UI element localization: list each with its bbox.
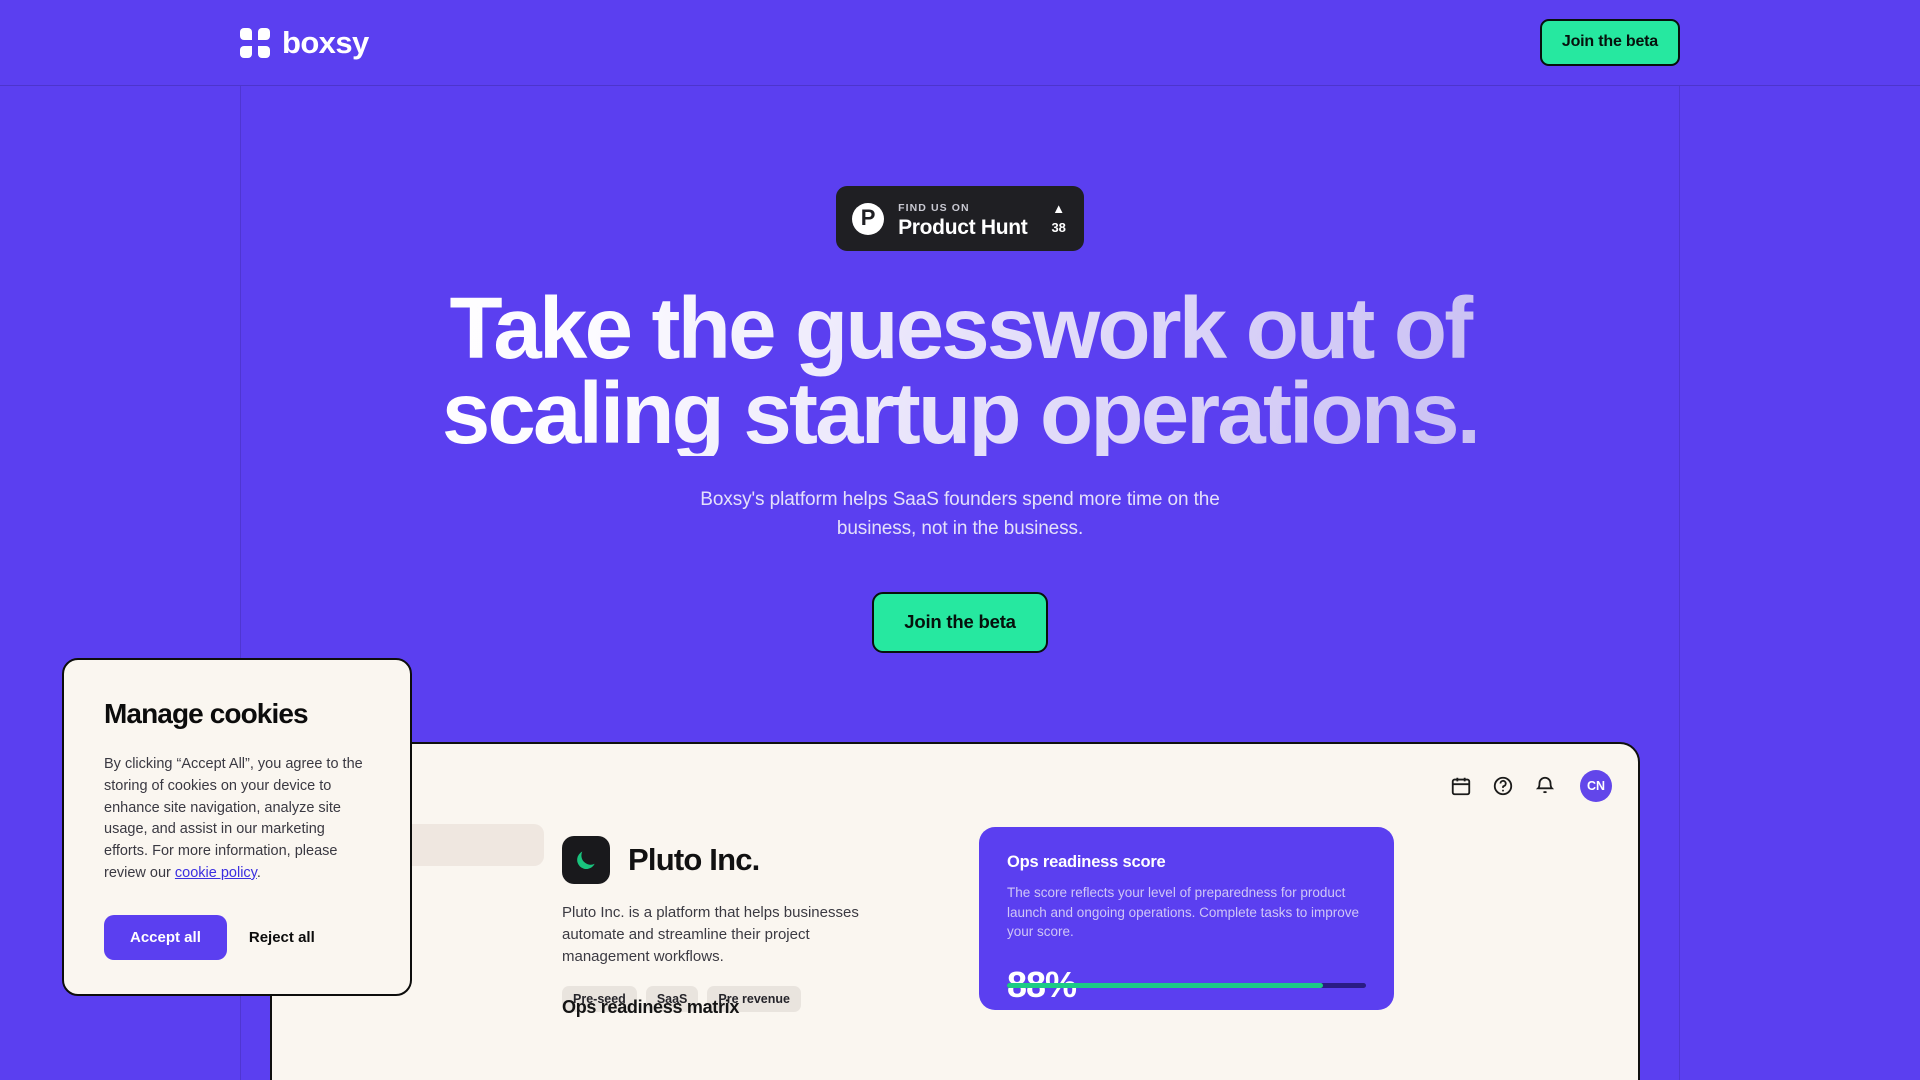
user-avatar[interactable]: CN bbox=[1580, 770, 1612, 802]
upvote-arrow-icon: ▲ bbox=[1052, 201, 1066, 217]
accept-all-button[interactable]: Accept all bbox=[104, 914, 227, 960]
cookie-banner-actions: Accept all Reject all bbox=[104, 914, 370, 960]
cookie-banner-body: By clicking “Accept All”, you agree to t… bbox=[104, 754, 370, 885]
dashboard-toolbar: CN bbox=[1450, 770, 1612, 802]
nav-join-beta-button[interactable]: Join the beta bbox=[1539, 19, 1680, 66]
pluto-moon-icon bbox=[562, 836, 610, 884]
ops-readiness-score-card: Ops readiness score The score reflects y… bbox=[979, 827, 1394, 1010]
product-hunt-badge[interactable]: P FIND US ON Product Hunt ▲ 38 bbox=[836, 186, 1084, 252]
company-description: Pluto Inc. is a platform that helps busi… bbox=[562, 904, 859, 965]
reject-all-button[interactable]: Reject all bbox=[249, 929, 315, 946]
hero-section: P FIND US ON Product Hunt ▲ 38 Take the … bbox=[0, 86, 1920, 653]
company-name: Pluto Inc. bbox=[628, 842, 760, 877]
cookie-policy-link[interactable]: cookie policy bbox=[175, 865, 257, 881]
score-card-title: Ops readiness score bbox=[1007, 853, 1166, 871]
bell-icon[interactable] bbox=[1534, 775, 1556, 797]
help-icon[interactable] bbox=[1492, 775, 1514, 797]
hero-subheadline: Boxsy's platform helps SaaS founders spe… bbox=[700, 489, 1220, 540]
product-hunt-name: Product Hunt bbox=[898, 215, 1028, 239]
hero-headline: Take the guesswork out of scaling startu… bbox=[0, 287, 1920, 456]
upvote-count: 38 bbox=[1051, 219, 1066, 235]
cookie-body-text: By clicking “Accept All”, you agree to t… bbox=[104, 756, 363, 881]
headline-line-1: Take the guesswork out of bbox=[449, 280, 1471, 378]
product-hunt-text: FIND US ON Product Hunt bbox=[898, 198, 1028, 239]
boxsy-logo-icon bbox=[240, 27, 270, 58]
cookie-banner: Manage cookies By clicking “Accept All”,… bbox=[62, 658, 412, 996]
logo-text: boxsy bbox=[282, 24, 369, 60]
score-progress-track bbox=[1007, 983, 1366, 988]
dashboard-preview: CN ss $ Revenue <> R+D Pluto Inc. Pluto … bbox=[270, 742, 1640, 1080]
product-hunt-upvote[interactable]: ▲ 38 bbox=[1051, 200, 1065, 237]
calendar-icon[interactable] bbox=[1450, 775, 1472, 797]
ops-readiness-matrix-title: Ops readiness matrix bbox=[562, 997, 740, 1017]
score-card-description: The score reflects your level of prepare… bbox=[1007, 885, 1359, 940]
product-hunt-kicker: FIND US ON bbox=[898, 202, 970, 214]
cookie-body-text-end: . bbox=[256, 864, 261, 881]
hero-join-beta-button[interactable]: Join the beta bbox=[872, 591, 1048, 653]
logo[interactable]: boxsy bbox=[240, 25, 369, 61]
cookie-banner-title: Manage cookies bbox=[104, 698, 309, 729]
headline-line-2: scaling startup operations. bbox=[441, 364, 1479, 462]
score-progress-fill bbox=[1007, 983, 1323, 988]
product-hunt-icon: P bbox=[852, 202, 885, 235]
site-header: boxsy Join the beta bbox=[0, 0, 1920, 86]
